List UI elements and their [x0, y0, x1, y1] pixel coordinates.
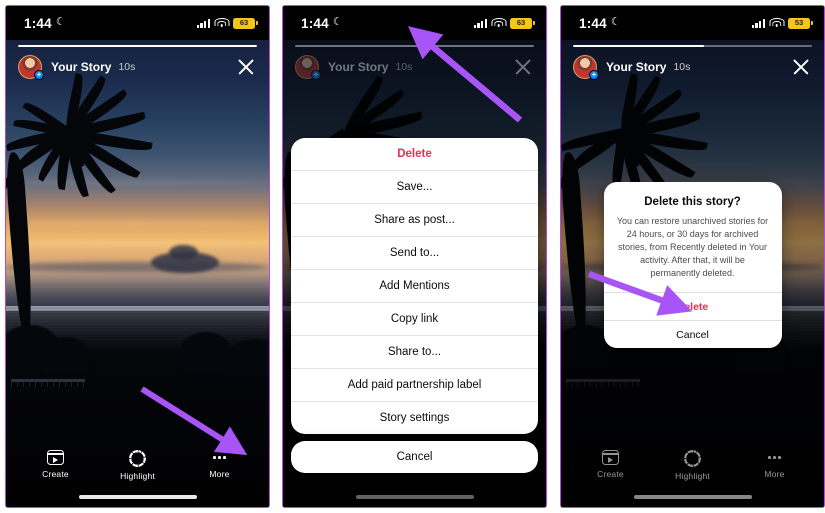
story-header: + Your Story 10s	[283, 40, 546, 81]
phone-panel-story-view: 1:44 ☾ 63 + Your Story 10s Create ❤ High…	[5, 5, 270, 508]
status-time: 1:44	[301, 15, 329, 31]
shrub	[226, 338, 269, 377]
more-icon	[211, 450, 228, 465]
status-left: 1:44 ☾	[24, 16, 66, 31]
pier	[11, 378, 85, 387]
battery-icon: 63	[510, 17, 535, 29]
story-progress-bar[interactable]	[295, 45, 534, 48]
avatar[interactable]: +	[573, 55, 599, 81]
add-story-plus-icon[interactable]: +	[34, 70, 44, 81]
story-elapsed: 10s	[673, 61, 691, 74]
more-label: More	[209, 469, 230, 479]
status-right: 63	[196, 17, 258, 29]
menu-item-story-settings[interactable]: Story settings	[291, 402, 538, 434]
menu-item-share-to[interactable]: Share to...	[291, 336, 538, 369]
highlight-icon: ❤	[129, 450, 146, 467]
battery-percent: 53	[794, 18, 804, 28]
highlight-button[interactable]: ❤ Highlight	[115, 450, 161, 481]
dialog-delete-button[interactable]: Delete	[603, 292, 782, 320]
story-header-row: + Your Story 10s	[295, 55, 534, 81]
crescent-moon-icon: ☾	[332, 15, 343, 28]
battery-percent: 63	[516, 18, 526, 28]
story-header-row: + Your Story 10s	[573, 55, 812, 81]
story-progress-bar[interactable]	[573, 45, 812, 48]
menu-item-add-paid-partnership-label[interactable]: Add paid partnership label	[291, 369, 538, 402]
menu-item-copy-link[interactable]: Copy link	[291, 303, 538, 336]
close-icon[interactable]	[235, 56, 257, 78]
battery-percent: 63	[239, 18, 249, 28]
status-time: 1:44	[579, 15, 607, 31]
phone-screen: 1:44 ☾ 53 + Your Story 10s Delete this s…	[561, 6, 824, 507]
story-username[interactable]: Your Story	[51, 60, 111, 74]
cellular-signal-icon	[196, 18, 210, 28]
menu-item-save[interactable]: Save...	[291, 171, 538, 204]
delete-confirm-dialog: Delete this story? You can restore unarc…	[603, 182, 782, 349]
more-button[interactable]: More	[197, 450, 243, 481]
menu-item-add-mentions[interactable]: Add Mentions	[291, 270, 538, 303]
dialog-cancel-button[interactable]: Cancel	[603, 320, 782, 348]
shrub	[42, 336, 91, 374]
close-icon[interactable]	[790, 56, 812, 78]
highlight-label: Highlight	[120, 471, 155, 481]
phone-screen: 1:44 ☾ 63 + Your Story 10s	[6, 6, 269, 507]
phone-screen: 1:44 ☾ 63 + Your Story 10s	[283, 6, 546, 507]
create-button[interactable]: Create	[33, 450, 79, 481]
menu-item-delete[interactable]: Delete	[291, 138, 538, 171]
cellular-signal-icon	[473, 18, 487, 28]
story-photo	[6, 40, 269, 507]
shrub	[179, 331, 233, 374]
screenshot-stage: 1:44 ☾ 63 + Your Story 10s Create ❤ High…	[0, 0, 825, 513]
phone-panel-more-menu: 1:44 ☾ 63 + Your Story 10s Delete Save..…	[282, 5, 547, 508]
avatar[interactable]: +	[295, 55, 321, 81]
action-sheet-list: Delete Save... Share as post... Send to.…	[291, 138, 538, 434]
story-progress-bar[interactable]	[18, 45, 257, 48]
avatar[interactable]: +	[18, 55, 44, 81]
status-left: 1:44 ☾	[301, 16, 343, 31]
create-label: Create	[42, 469, 69, 479]
status-right: 53	[751, 17, 813, 29]
close-icon[interactable]	[512, 56, 534, 78]
status-right: 63	[473, 17, 535, 29]
home-indicator	[78, 495, 197, 499]
cancel-button[interactable]: Cancel	[291, 441, 538, 473]
story-header: + Your Story 10s	[561, 40, 824, 81]
dialog-body: Delete this story? You can restore unarc…	[604, 182, 782, 292]
status-bar: 1:44 ☾ 63	[283, 6, 546, 40]
story-header-row: + Your Story 10s	[18, 55, 257, 81]
cellular-signal-icon	[751, 18, 765, 28]
dialog-message: You can restore unarchived stories for 2…	[616, 216, 769, 279]
status-bar: 1:44 ☾ 53	[561, 6, 824, 40]
action-sheet: Delete Save... Share as post... Send to.…	[291, 138, 538, 473]
status-bar: 1:44 ☾ 63	[6, 6, 269, 40]
dialog-title: Delete this story?	[644, 196, 741, 208]
story-elapsed: 10s	[395, 61, 413, 74]
story-username[interactable]: Your Story	[606, 60, 666, 74]
cloud-band	[6, 261, 269, 272]
wifi-icon	[214, 18, 229, 28]
status-left: 1:44 ☾	[579, 16, 621, 31]
story-header: + Your Story 10s	[6, 40, 269, 81]
battery-icon: 53	[788, 17, 813, 29]
phone-panel-delete-confirm: 1:44 ☾ 53 + Your Story 10s Delete this s…	[560, 5, 825, 508]
add-story-plus-icon[interactable]: +	[311, 70, 321, 81]
status-time: 1:44	[24, 15, 52, 31]
wifi-icon	[769, 18, 784, 28]
wifi-icon	[491, 18, 506, 28]
menu-item-send-to[interactable]: Send to...	[291, 237, 538, 270]
add-story-plus-icon[interactable]: +	[589, 70, 599, 81]
story-toolbar: Create ❤ Highlight More	[6, 450, 269, 481]
menu-item-share-as-post[interactable]: Share as post...	[291, 204, 538, 237]
story-username[interactable]: Your Story	[328, 60, 388, 74]
battery-icon: 63	[233, 17, 258, 29]
crescent-moon-icon: ☾	[55, 15, 66, 28]
create-icon	[47, 450, 64, 465]
story-elapsed: 10s	[118, 61, 136, 74]
crescent-moon-icon: ☾	[610, 15, 621, 28]
